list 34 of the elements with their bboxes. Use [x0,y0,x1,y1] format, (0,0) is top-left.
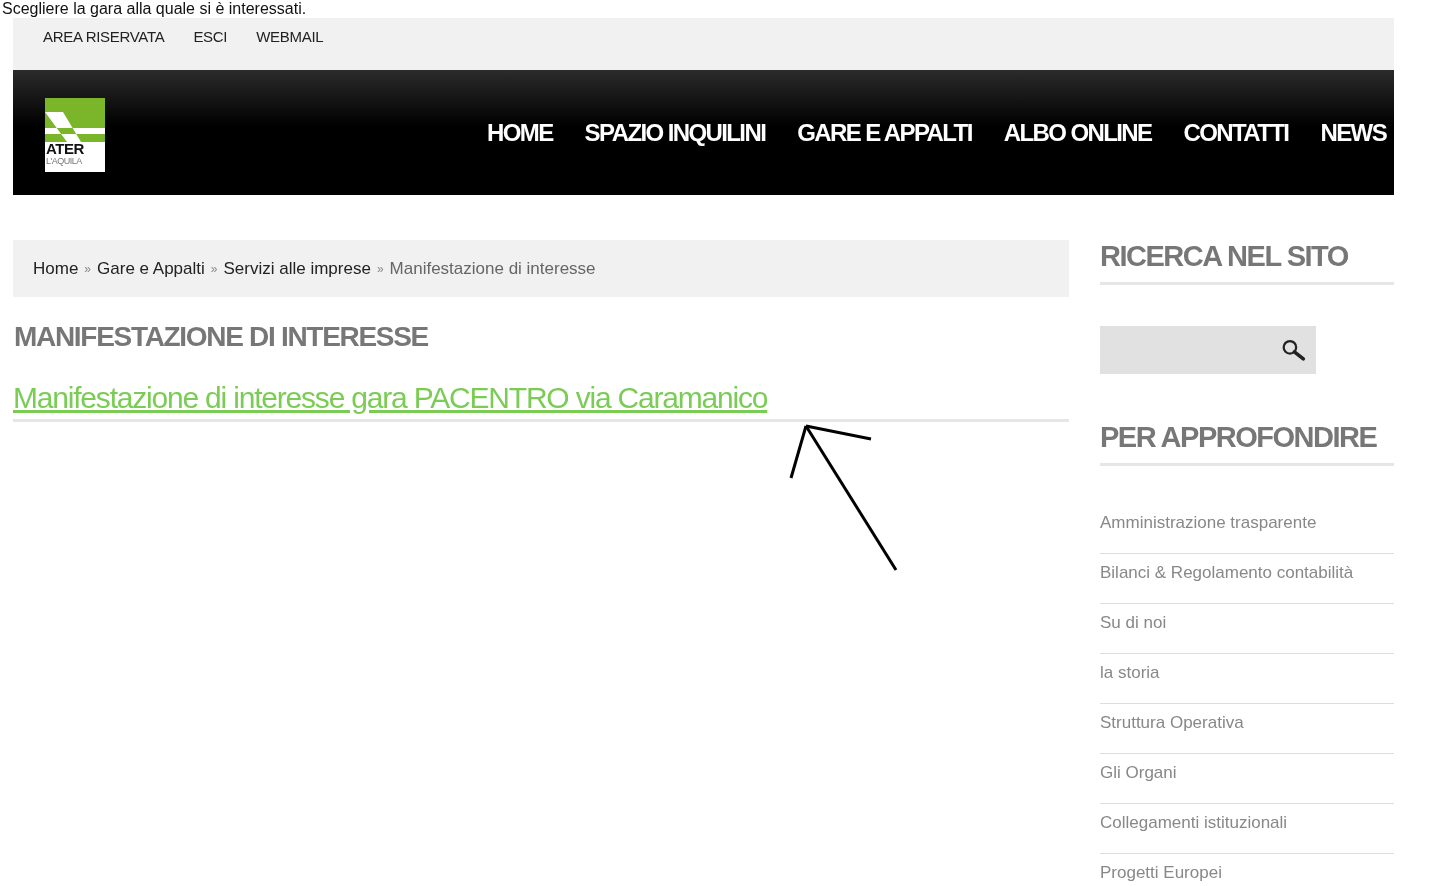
sidebar-link[interactable]: Bilanci & Regolamento contabilità [1100,554,1394,604]
breadcrumb-separator: » [376,261,384,276]
breadcrumb-link[interactable]: Gare e Appalti [97,258,205,279]
breadcrumb-current: Manifestazione di interesse [389,258,596,279]
sidebar-link[interactable]: Amministrazione trasparente [1100,504,1394,554]
breadcrumb-link[interactable]: Servizi alle imprese [223,258,371,279]
menu-link[interactable]: GARE E APPALTI [797,118,972,147]
section-heading: PER APPROFONDIRE [1100,421,1394,466]
search-field[interactable] [1100,326,1316,374]
top-link[interactable]: WEBMAIL [256,28,324,45]
top-link[interactable]: AREA RISERVATA [43,28,165,45]
sidebar-link[interactable]: Progetti Europei [1100,854,1394,886]
menu-link[interactable]: SPAZIO INQUILINI [584,118,766,147]
top-link[interactable]: ESCI [193,28,228,45]
page-title: MANIFESTAZIONE DI INTERESSE [14,321,429,353]
menu-link[interactable]: HOME [487,118,553,147]
logo-a-icon [45,98,105,142]
sidebar-link[interactable]: Su di noi [1100,604,1394,654]
breadcrumb-separator: » [84,261,92,276]
breadcrumb-separator: » [210,261,218,276]
sidebar-link[interactable]: la storia [1100,654,1394,704]
logo-subtitle: L'AQUILA [45,156,83,166]
menu-link[interactable]: CONTATTI [1183,118,1289,147]
sidebar-link[interactable]: Gli Organi [1100,754,1394,804]
caption-text: Scegliere la gara alla quale si è interessati. [2,0,307,18]
breadcrumb-link[interactable]: Home [33,258,79,279]
sidebar-link[interactable]: Collegamenti istituzionali [1100,804,1394,854]
ater-logo[interactable]: ATER L'AQUILA [45,98,105,172]
logo-title: ATER [45,142,85,156]
search-icon[interactable] [1281,337,1306,363]
sidebar-link[interactable]: Struttura Operativa [1100,704,1394,754]
menu-link[interactable]: ALBO ONLINE [1003,118,1152,147]
section-heading: RICERCA NEL SITO [1100,240,1394,285]
menu-link[interactable]: NEWS [1320,118,1387,147]
